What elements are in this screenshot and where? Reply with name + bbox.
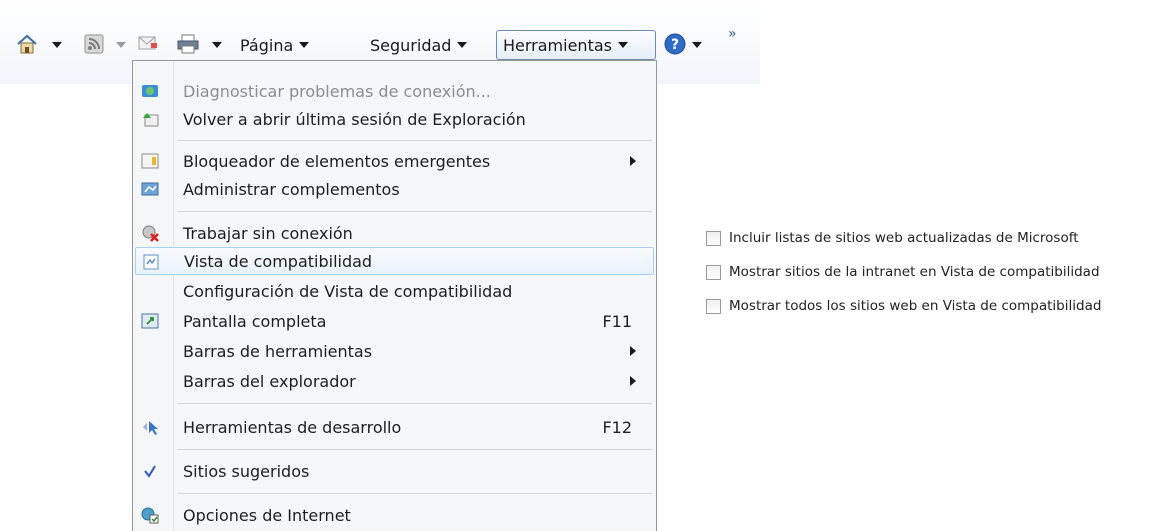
compatibility-view-icon (142, 253, 160, 271)
reopen-session-icon (141, 110, 159, 128)
help-icon[interactable]: ? (664, 33, 686, 59)
option-label: Incluir listas de sitios web actualizada… (729, 230, 1079, 246)
print-icon[interactable] (176, 34, 200, 58)
menu-item-toolbars[interactable]: Barras de herramientas (135, 337, 654, 365)
menu-item-label: Herramientas de desarrollo (183, 417, 402, 437)
menu-item-label: Barras de herramientas (183, 341, 373, 361)
svg-text:?: ? (671, 37, 679, 53)
menu-item-compatibility-settings[interactable]: Configuración de Vista de compatibilidad (135, 277, 654, 305)
checkmark-icon (141, 462, 159, 480)
menu-item-label: Vista de compatibilidad (184, 251, 373, 271)
network-diagnose-icon (141, 82, 159, 100)
fullscreen-icon (141, 312, 159, 330)
menu-separator (177, 449, 652, 450)
feeds-icon[interactable] (84, 34, 104, 58)
menu-item-work-offline[interactable]: Trabajar sin conexión (135, 219, 654, 247)
menu-item-explorer-bars[interactable]: Barras del explorador (135, 367, 654, 395)
menu-item-label: Diagnosticar problemas de conexión... (183, 81, 491, 101)
internet-options-icon (141, 506, 159, 524)
option-include-microsoft-lists[interactable]: Incluir listas de sitios web actualizada… (706, 226, 1079, 250)
menu-item-fullscreen[interactable]: Pantalla completa F11 (135, 307, 654, 335)
checkbox[interactable] (706, 298, 721, 314)
feeds-dropdown[interactable] (116, 32, 126, 58)
offline-icon (141, 224, 159, 242)
menu-item-label: Bloqueador de elementos emergentes (183, 151, 491, 171)
menu-item-internet-options[interactable]: Opciones de Internet (135, 501, 654, 529)
option-show-all-sites[interactable]: Mostrar todos los sitios web en Vista de… (706, 294, 1101, 318)
mail-icon[interactable] (137, 34, 159, 56)
tools-menu: Diagnosticar problemas de conexión... Vo… (132, 60, 657, 531)
menu-item-suggested-sites[interactable]: Sitios sugeridos (135, 457, 654, 485)
compatibility-settings-options: Incluir listas de sitios web actualizada… (706, 222, 1155, 326)
developer-tools-icon (141, 418, 159, 436)
menu-item-label: Sitios sugeridos (183, 461, 310, 481)
tools-menu-button[interactable]: Herramientas (496, 30, 656, 60)
menu-item-diagnose-connection[interactable]: Diagnosticar problemas de conexión... (135, 77, 654, 105)
tools-menu-label: Herramientas (503, 35, 612, 55)
popup-blocker-icon (141, 152, 159, 170)
menu-separator (177, 493, 652, 494)
option-label: Mostrar todos los sitios web en Vista de… (729, 298, 1102, 314)
menu-item-compatibility-view[interactable]: Vista de compatibilidad (135, 247, 654, 275)
print-dropdown[interactable] (212, 32, 222, 58)
option-label: Mostrar sitios de la intranet en Vista d… (729, 264, 1100, 280)
menu-item-label: Administrar complementos (183, 179, 400, 199)
checkbox[interactable] (706, 230, 721, 246)
option-show-intranet-sites[interactable]: Mostrar sitios de la intranet en Vista d… (706, 260, 1100, 284)
addons-icon (141, 180, 159, 198)
menu-item-reopen-session[interactable]: Volver a abrir última sesión de Explorac… (135, 105, 654, 133)
checkbox[interactable] (706, 264, 721, 280)
menu-item-label: Barras del explorador (183, 371, 356, 391)
menu-item-label: Trabajar sin conexión (183, 223, 353, 243)
help-dropdown[interactable] (692, 32, 702, 58)
menu-item-label: Volver a abrir última sesión de Explorac… (183, 109, 526, 129)
menu-item-popup-blocker[interactable]: Bloqueador de elementos emergentes (135, 147, 654, 175)
menu-separator (177, 140, 652, 141)
menu-item-shortcut: F12 (602, 417, 632, 437)
page-menu-button[interactable]: Página (240, 32, 310, 58)
security-menu-label: Seguridad (370, 35, 452, 55)
submenu-arrow-icon (630, 376, 636, 386)
page-menu-label: Página (240, 35, 294, 55)
submenu-arrow-icon (630, 346, 636, 356)
home-icon[interactable] (16, 34, 38, 58)
menu-item-label: Pantalla completa (183, 311, 327, 331)
submenu-arrow-icon (630, 156, 636, 166)
menu-item-shortcut: F11 (602, 311, 632, 331)
security-menu-button[interactable]: Seguridad (370, 32, 468, 58)
menu-item-manage-addons[interactable]: Administrar complementos (135, 175, 654, 203)
more-chevron-icon[interactable]: » (728, 26, 737, 42)
home-dropdown[interactable] (52, 32, 62, 58)
menu-item-developer-tools[interactable]: Herramientas de desarrollo F12 (135, 413, 654, 441)
menu-item-label: Opciones de Internet (183, 505, 351, 525)
menu-separator (177, 403, 652, 404)
menu-item-label: Configuración de Vista de compatibilidad (183, 281, 513, 301)
menu-separator (177, 211, 652, 212)
